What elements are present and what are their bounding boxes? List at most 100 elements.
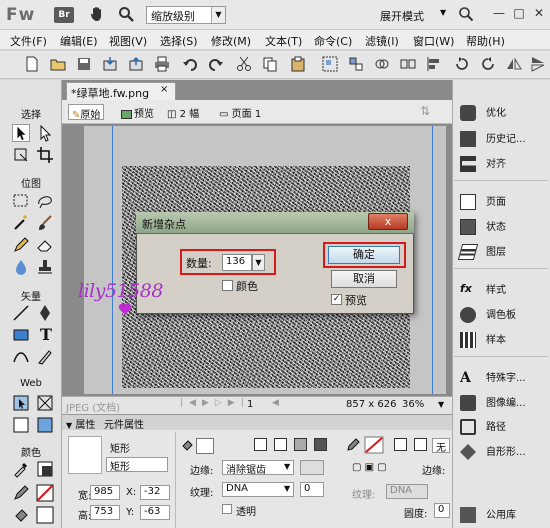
x-field[interactable]: -32 xyxy=(140,485,170,500)
stroke-swatch-icon[interactable] xyxy=(36,484,54,502)
zoom-percent[interactable]: 36% xyxy=(402,399,424,410)
panel-align[interactable]: 对齐 xyxy=(460,155,548,173)
workspace-mode-menu[interactable]: 展开模式 xyxy=(380,8,424,24)
view-preview-button[interactable]: 预览 xyxy=(118,104,157,120)
bridge-icon[interactable]: Br xyxy=(54,7,74,23)
stroke-color-swatch[interactable] xyxy=(364,436,384,454)
panel-path[interactable]: 路径 xyxy=(460,418,548,436)
close-tab-icon[interactable]: × xyxy=(160,84,168,95)
undo-icon[interactable] xyxy=(182,56,198,72)
guide-line[interactable] xyxy=(112,126,113,394)
texture-select-2[interactable]: DNA xyxy=(386,484,428,499)
fill-none-icon[interactable] xyxy=(254,438,267,451)
stroke-none-icon[interactable] xyxy=(394,438,407,451)
panel-special-chars[interactable]: A 特殊字... xyxy=(460,369,548,387)
cancel-button[interactable]: 取消 xyxy=(331,270,397,288)
hide-slices-icon[interactable] xyxy=(12,416,30,434)
blur-tool-icon[interactable] xyxy=(12,258,30,276)
lasso-tool-icon[interactable] xyxy=(36,192,54,210)
fill-pattern-icon[interactable] xyxy=(314,438,327,451)
fill-solid-icon[interactable] xyxy=(274,438,287,451)
fill-color-swatch[interactable] xyxy=(196,438,214,454)
line-tool-icon[interactable] xyxy=(12,304,30,322)
scale-tool-icon[interactable] xyxy=(12,146,30,164)
knife-tool-icon[interactable] xyxy=(36,348,54,366)
texture-amount-field[interactable]: 0 xyxy=(300,482,324,497)
menu-command[interactable]: 命令(C) xyxy=(314,33,352,49)
none-select[interactable]: 无 xyxy=(432,438,450,454)
panel-pages[interactable]: 页面 xyxy=(460,193,548,211)
tab-properties[interactable]: ▼ 属性 xyxy=(66,416,95,431)
subselect-tool-icon[interactable] xyxy=(36,124,54,142)
preview-checkbox[interactable]: ✓ xyxy=(331,294,342,305)
fill-gradient-icon[interactable] xyxy=(294,438,307,451)
edge-amount-field[interactable] xyxy=(300,460,324,475)
paste-icon[interactable] xyxy=(290,56,306,72)
panel-samples[interactable]: 样本 xyxy=(460,331,548,349)
amount-input[interactable]: 136 xyxy=(222,254,252,271)
ungroup-icon[interactable] xyxy=(348,56,364,72)
playback-controls[interactable]: |◀▶▷▶| xyxy=(180,398,250,408)
import-icon[interactable] xyxy=(102,56,118,72)
slice-tool-icon[interactable] xyxy=(36,394,54,412)
panel-styles[interactable]: fx 样式 xyxy=(460,281,548,299)
chevron-down-icon[interactable]: ▼ xyxy=(252,254,265,271)
view-original-button[interactable]: ✎原始 xyxy=(68,104,105,121)
color-checkbox[interactable] xyxy=(222,280,233,291)
guide-line[interactable] xyxy=(432,126,433,394)
menu-file[interactable]: 文件(F) xyxy=(10,33,47,49)
join-icon[interactable] xyxy=(374,56,390,72)
width-field[interactable]: 985 xyxy=(90,485,120,500)
print-icon[interactable] xyxy=(154,56,170,72)
panel-image-edit[interactable]: 图像编... xyxy=(460,394,548,412)
rewind-icon[interactable]: ◀ xyxy=(272,398,279,408)
panel-layers[interactable]: 图层 xyxy=(457,243,548,261)
dialog-close-button[interactable]: x xyxy=(368,213,408,230)
ok-button[interactable]: 确定 xyxy=(328,246,400,264)
zoom-level-select[interactable]: 缩放级别 ▼ xyxy=(146,6,226,24)
flip-horizontal-icon[interactable] xyxy=(506,56,522,72)
hand-tool-icon[interactable] xyxy=(88,5,106,23)
eraser-tool-icon[interactable] xyxy=(36,236,54,254)
menu-view[interactable]: 视图(V) xyxy=(109,33,147,49)
open-folder-icon[interactable] xyxy=(50,56,66,72)
menu-select[interactable]: 选择(S) xyxy=(160,33,198,49)
eyedropper-tool-icon[interactable] xyxy=(12,460,30,478)
search-icon[interactable] xyxy=(458,6,474,22)
menu-modify[interactable]: 修改(M) xyxy=(211,33,251,49)
panel-states[interactable]: 状态 xyxy=(460,218,548,236)
object-name-field[interactable]: 矩形 xyxy=(106,457,168,473)
pointer-tool-icon[interactable] xyxy=(12,124,30,142)
height-field[interactable]: 753 xyxy=(90,505,120,520)
menu-help[interactable]: 帮助(H) xyxy=(466,33,505,49)
hotspot-tool-icon[interactable] xyxy=(12,394,30,412)
panel-common-library[interactable]: 公用库 xyxy=(460,506,548,524)
chevron-down-icon[interactable]: ▼ xyxy=(284,462,290,471)
cut-icon[interactable] xyxy=(236,56,252,72)
stroke-line-icon[interactable] xyxy=(414,438,427,451)
view-page-button[interactable]: ▭ 页面 1 xyxy=(216,104,264,120)
tab-symbol-properties[interactable]: 元件属性 xyxy=(104,416,144,431)
pen-tool-icon[interactable] xyxy=(36,304,54,322)
stroke-color-icon[interactable] xyxy=(12,484,30,502)
split-icon[interactable] xyxy=(400,56,416,72)
roundness-field[interactable]: 0 xyxy=(434,503,450,518)
copy-icon[interactable] xyxy=(262,56,278,72)
stroke-style-icon[interactable]: ▢ ▣ ▢ xyxy=(352,462,387,473)
rectangle-tool-icon[interactable] xyxy=(12,326,30,344)
rotate-right-icon[interactable] xyxy=(480,56,496,72)
brush-tool-icon[interactable] xyxy=(36,214,54,232)
chevron-down-icon[interactable]: ▼ xyxy=(284,484,290,493)
minimize-button[interactable]: — xyxy=(490,4,508,22)
rubber-stamp-tool-icon[interactable] xyxy=(36,258,54,276)
show-slices-icon[interactable] xyxy=(36,416,54,434)
pencil-tool-icon[interactable] xyxy=(12,236,30,254)
align-icon[interactable] xyxy=(426,56,442,72)
chevron-down-icon[interactable]: ▼ xyxy=(440,8,446,17)
maximize-button[interactable]: □ xyxy=(510,4,528,22)
flip-vertical-icon[interactable] xyxy=(530,56,546,72)
panel-auto-shapes[interactable]: 自形形... xyxy=(460,443,548,461)
menu-edit[interactable]: 编辑(E) xyxy=(60,33,98,49)
chevron-down-icon[interactable]: ▼ xyxy=(438,400,444,409)
menu-window[interactable]: 窗口(W) xyxy=(413,33,454,49)
